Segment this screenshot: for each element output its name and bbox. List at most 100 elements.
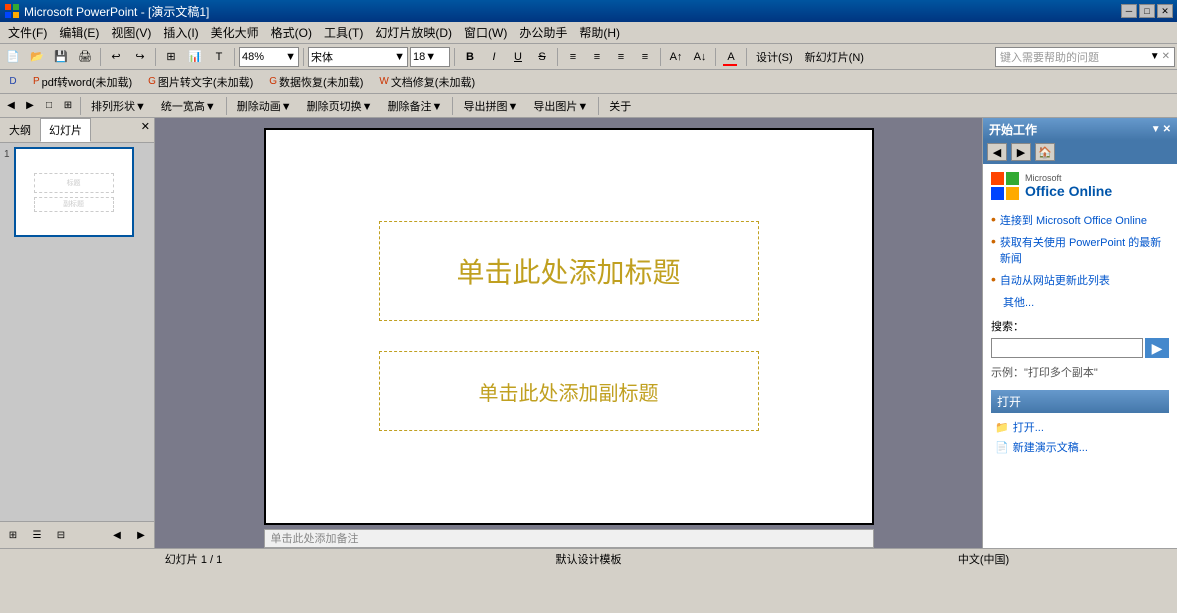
subtitle-placeholder[interactable]: 单击此处添加副标题: [379, 351, 759, 431]
toolbar-separator-8: [715, 48, 716, 66]
font-selector[interactable]: 宋体 ▼: [308, 47, 408, 67]
pdf2word-btn[interactable]: P pdf转word(未加载): [26, 71, 139, 93]
delete-notes-btn[interactable]: 删除备注▼: [381, 95, 450, 117]
open-btn[interactable]: 📂: [26, 46, 48, 68]
new-slide-btn[interactable]: 新幻灯片(N): [800, 46, 869, 68]
toolbar3-sep1: [80, 97, 81, 115]
scroll-left-btn[interactable]: ◀: [106, 524, 128, 546]
menu-item-tools[interactable]: 工具(T): [318, 22, 369, 43]
textbox-btn[interactable]: T: [208, 46, 230, 68]
rp-link-1[interactable]: • 连接到 Microsoft Office Online: [991, 212, 1169, 228]
bold-btn[interactable]: B: [459, 46, 481, 68]
save-btn[interactable]: 💾: [50, 46, 72, 68]
toolbar3-sep2: [226, 97, 227, 115]
layout-btn[interactable]: 排列形状▼: [84, 95, 153, 117]
table-btn[interactable]: ⊞: [160, 46, 182, 68]
design-btn[interactable]: 设计(S): [751, 46, 798, 68]
docrepair-btn[interactable]: W 文档修复(未加载): [372, 71, 482, 93]
justify-btn[interactable]: ≡: [634, 46, 656, 68]
toolbar3-sep3: [452, 97, 453, 115]
menu-item-assistant[interactable]: 办公助手: [513, 22, 573, 43]
undo-btn[interactable]: ↩: [105, 46, 127, 68]
export-img-btn[interactable]: 导出图片▼: [526, 95, 595, 117]
unified-width-btn[interactable]: 统一宽高▼: [154, 95, 223, 117]
right-panel-header: 开始工作 ▼ ✕: [983, 118, 1177, 140]
font-size-selector[interactable]: 18 ▼: [410, 47, 450, 67]
font-size-down-btn[interactable]: A↓: [689, 46, 711, 68]
tb3-btn1[interactable]: ◀: [2, 97, 20, 115]
title-bar: Microsoft PowerPoint - [演示文稿1] ─ □ ✕: [0, 0, 1177, 22]
slides-tab[interactable]: 幻灯片: [40, 118, 91, 142]
underline-btn[interactable]: U: [507, 46, 529, 68]
rp-open-file-link[interactable]: 📁 打开...: [991, 419, 1169, 435]
minimize-button[interactable]: ─: [1121, 4, 1137, 18]
rp-link-2[interactable]: • 获取有关使用 PowerPoint 的最新新闻: [991, 234, 1169, 266]
export-pdf-btn[interactable]: 导出拼图▼: [456, 95, 525, 117]
menu-item-help[interactable]: 帮助(H): [573, 22, 626, 43]
rp-open-label: 打开: [997, 395, 1021, 409]
print-btn[interactable]: 🖨: [74, 46, 96, 68]
italic-btn[interactable]: I: [483, 46, 505, 68]
rp-back-btn[interactable]: ◀: [987, 143, 1007, 161]
help-search-box[interactable]: 键入需要帮助的问题 ▼ ✕: [995, 47, 1175, 67]
img2text-btn[interactable]: G 图片转文字(未加载): [141, 71, 260, 93]
strikethrough-btn[interactable]: S: [531, 46, 553, 68]
rp-search-input[interactable]: [991, 338, 1143, 358]
right-panel-title: 开始工作: [989, 121, 1037, 138]
redo-btn[interactable]: ↪: [129, 46, 151, 68]
tb3-btn2[interactable]: ▶: [21, 97, 39, 115]
datarecovery-btn[interactable]: G 数据恢复(未加载): [262, 71, 370, 93]
menu-item-edit[interactable]: 编辑(E): [53, 22, 105, 43]
addin-icon-d: D: [2, 71, 24, 93]
rp-links-section: • 连接到 Microsoft Office Online • 获取有关使用 P…: [991, 212, 1169, 310]
view-grid-btn[interactable]: ⊟: [50, 524, 72, 546]
view-list-btn[interactable]: ☰: [26, 524, 48, 546]
delete-anim-btn[interactable]: 删除动画▼: [230, 95, 299, 117]
main-area: 大纲 幻灯片 ✕ 1 标题 副标题 ⊞ ☰ ⊟ ◀ ▶: [0, 118, 1177, 548]
title-placeholder[interactable]: 单击此处添加标题: [379, 221, 759, 321]
close-button[interactable]: ✕: [1157, 4, 1173, 18]
align-left-btn[interactable]: ≡: [562, 46, 584, 68]
menu-item-file[interactable]: 文件(F): [2, 22, 53, 43]
slide-canvas[interactable]: 单击此处添加标题 单击此处添加副标题: [264, 128, 874, 525]
align-center-btn[interactable]: ≡: [586, 46, 608, 68]
menu-item-beautify[interactable]: 美化大师: [205, 22, 265, 43]
view-normal-btn[interactable]: ⊞: [2, 524, 24, 546]
menu-item-slideshow[interactable]: 幻灯片放映(D): [369, 22, 458, 43]
rp-close-btn[interactable]: ✕: [1163, 124, 1171, 135]
chart-btn[interactable]: 📊: [184, 46, 206, 68]
font-size-up-btn[interactable]: A↑: [665, 46, 687, 68]
main-toolbar: 📄 📂 💾 🖨 ↩ ↪ ⊞ 📊 T 48% ▼ 宋体 ▼ 18 ▼ B I U …: [0, 44, 1177, 70]
slide-thumb-1: 1 标题 副标题: [4, 147, 150, 237]
tb3-btn4[interactable]: ⊞: [59, 97, 77, 115]
menu-item-view[interactable]: 视图(V): [105, 22, 157, 43]
fontcolor-btn[interactable]: A: [720, 46, 742, 68]
rp-home-btn[interactable]: 🏠: [1035, 143, 1055, 161]
align-right-btn[interactable]: ≡: [610, 46, 632, 68]
new-btn[interactable]: 📄: [2, 46, 24, 68]
slide-toolbar: ◀ ▶ □ ⊞ 排列形状▼ 统一宽高▼ 删除动画▼ 删除页切换▼ 删除备注▼ 导…: [0, 94, 1177, 118]
menu-item-format[interactable]: 格式(O): [265, 22, 318, 43]
toolbar-separator-9: [746, 48, 747, 66]
rp-link-3[interactable]: • 自动从网站更新此列表: [991, 272, 1169, 288]
panel-close-btn[interactable]: ✕: [137, 118, 154, 142]
rp-forward-btn[interactable]: ▶: [1011, 143, 1031, 161]
notes-area[interactable]: 单击此处添加备注: [264, 529, 874, 548]
menu-item-insert[interactable]: 插入(I): [157, 22, 204, 43]
toolbar-separator-2: [155, 48, 156, 66]
slide-thumbnail-image-1[interactable]: 标题 副标题: [14, 147, 134, 237]
delete-pageswitch-btn[interactable]: 删除页切换▼: [300, 95, 380, 117]
rp-other-text: 其他...: [991, 294, 1169, 310]
tb3-btn3[interactable]: □: [40, 97, 58, 115]
bullet-icon-1: •: [991, 212, 996, 226]
help-search-placeholder: 键入需要帮助的问题: [1000, 49, 1099, 65]
zoom-control[interactable]: 48% ▼: [239, 47, 299, 67]
rp-new-presentation-link[interactable]: 📄 新建演示文稿...: [991, 439, 1169, 455]
rp-down-btn[interactable]: ▼: [1151, 124, 1161, 135]
outline-tab[interactable]: 大纲: [0, 118, 40, 142]
rp-search-button[interactable]: ▶: [1145, 338, 1169, 358]
about-btn[interactable]: 关于: [602, 95, 638, 117]
maximize-button[interactable]: □: [1139, 4, 1155, 18]
menu-item-window[interactable]: 窗口(W): [458, 22, 513, 43]
scroll-right-btn[interactable]: ▶: [130, 524, 152, 546]
